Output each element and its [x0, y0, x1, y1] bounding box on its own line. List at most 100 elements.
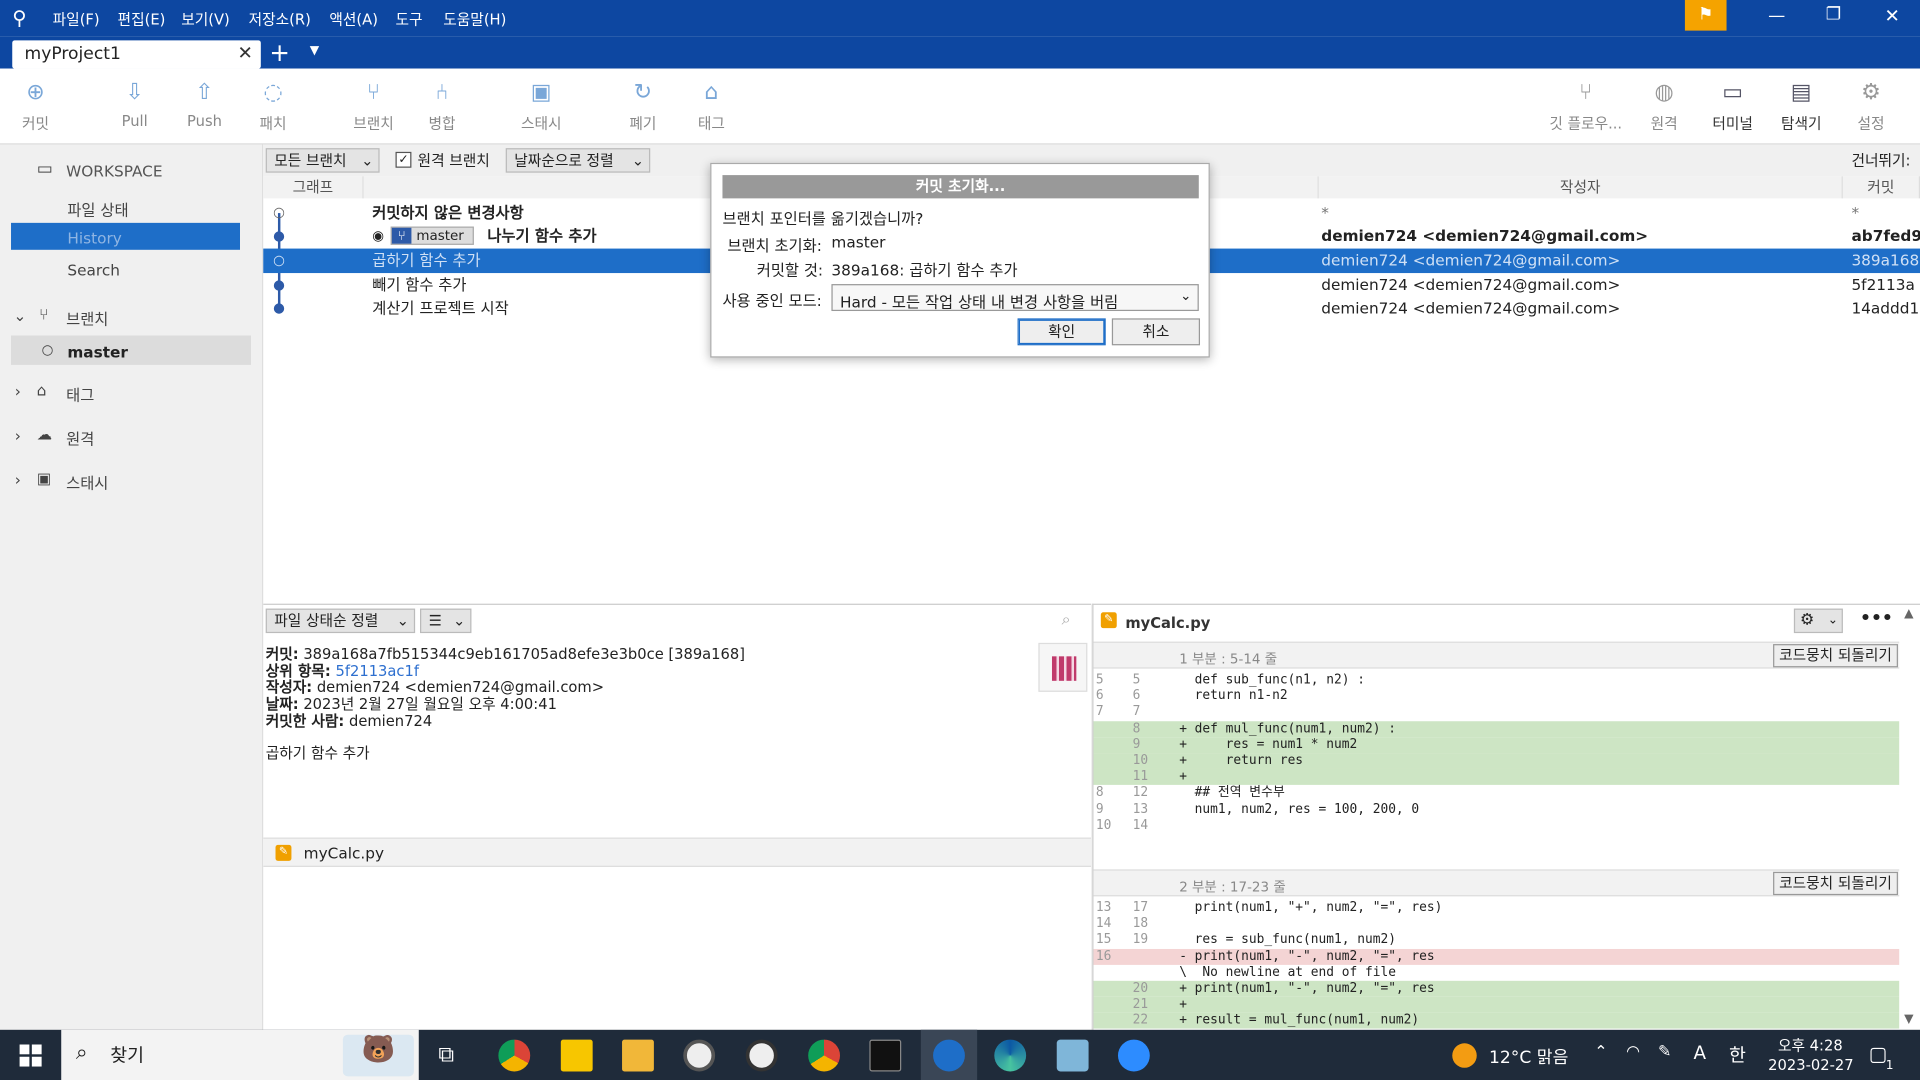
column-graph[interactable]: 그래프 — [263, 176, 364, 199]
sidebar-item-history-highlight[interactable] — [11, 222, 241, 250]
reset-mode-select[interactable]: Hard - 모든 작업 상태 내 변경 사항을 버림 ⌄ — [831, 284, 1199, 312]
sticky-notes-icon[interactable] — [560, 1039, 593, 1072]
settings-button[interactable]: ⚙ 설정 — [1840, 78, 1901, 133]
branch-button[interactable]: ⑂ 브랜치 — [343, 78, 404, 133]
menu-edit[interactable]: 편집(E) — [118, 9, 166, 30]
ime-hangul-indicator[interactable]: 한 — [1729, 1042, 1746, 1068]
menu-tools[interactable]: 도구 — [396, 9, 423, 30]
restore-icon[interactable]: ❐ — [1826, 5, 1841, 25]
terminal-button[interactable]: ▭ 터미널 — [1702, 78, 1763, 133]
sidebar-item-master[interactable]: master — [67, 343, 128, 361]
file-sort-dropdown[interactable]: 파일 상태순 정렬 ⌄ — [265, 608, 416, 634]
minimize-icon[interactable]: — — [1768, 6, 1785, 26]
graph-node-icon: ● — [273, 276, 285, 293]
sidebar-item-branches[interactable]: 브랜치 — [66, 306, 108, 329]
chevron-down-icon[interactable]: ⌄ — [13, 306, 26, 324]
tag-icon: ⌂ — [704, 79, 719, 106]
clock-time[interactable]: 오후 4:28 — [1778, 1035, 1843, 1056]
commit-button[interactable]: ⊕ 커밋 — [5, 78, 66, 133]
scroll-down-icon[interactable]: ▼ — [1904, 1013, 1913, 1026]
chevron-right-icon[interactable]: › — [15, 470, 21, 488]
revert-hunk-button[interactable]: 코드뭉치 되돌리기 — [1773, 871, 1898, 896]
graph-node-icon: ● — [273, 227, 285, 244]
close-icon[interactable]: ✕ — [1885, 5, 1900, 27]
chrome-icon[interactable] — [498, 1039, 531, 1072]
new-line-number: 14 — [1132, 817, 1149, 833]
sidebar-item-tags[interactable]: 태그 — [66, 382, 94, 405]
old-line-number: 7 — [1095, 704, 1104, 720]
sidebar-item-remotes[interactable]: 원격 — [66, 426, 94, 449]
diff-line: 11 + — [1093, 769, 1900, 786]
remote-button[interactable]: ◍ 원격 — [1633, 78, 1694, 133]
commit-description: 빼기 함수 추가 — [372, 275, 467, 294]
explorer-button[interactable]: ▤ 탐색기 — [1771, 78, 1832, 133]
app-icon[interactable] — [1056, 1039, 1089, 1072]
discard-icon: ↻ — [633, 79, 653, 106]
chevron-right-icon[interactable]: › — [15, 382, 21, 400]
gitflow-button[interactable]: ⑂ 깃 플로우... — [1540, 78, 1631, 133]
sidebar-item-file-status[interactable]: 파일 상태 — [67, 197, 128, 220]
terminal-icon[interactable] — [869, 1039, 902, 1072]
weather-text[interactable]: 12°C 맑음 — [1489, 1044, 1568, 1068]
taskbar-search-box[interactable]: ⌕ 찾기 🐻 — [61, 1029, 419, 1080]
menu-repository[interactable]: 저장소(R) — [249, 9, 311, 30]
sidebar-item-history[interactable]: History — [67, 229, 121, 247]
app-icon[interactable] — [683, 1039, 716, 1072]
chrome-icon[interactable] — [808, 1039, 841, 1072]
revert-hunk-button[interactable]: 코드뭉치 되돌리기 — [1773, 644, 1898, 668]
ime-mode-icon[interactable]: A — [1693, 1042, 1706, 1064]
cancel-button[interactable]: 취소 — [1111, 318, 1201, 346]
push-button[interactable]: ⇧ Push — [174, 78, 235, 130]
diff-line: 8 12 ## 전역 변수부 — [1093, 785, 1899, 801]
notification-icon[interactable]: ▢ — [1869, 1042, 1888, 1065]
search-icon[interactable]: ⌕ — [1062, 611, 1071, 629]
menu-view[interactable]: 보기(V) — [181, 9, 230, 30]
windows-start-icon[interactable] — [19, 1044, 42, 1067]
chevron-right-icon[interactable]: › — [15, 426, 21, 444]
sort-dropdown[interactable]: 날짜순으로 정렬 ⌄ — [505, 148, 651, 173]
commit-hash: 14addd1 — [1851, 298, 1920, 318]
diff-code: + — [1179, 769, 1187, 784]
tab-dropdown-icon[interactable]: ▼ — [310, 44, 319, 57]
tab-myproject1[interactable]: myProject1 ✕ — [12, 40, 261, 69]
add-tab-icon[interactable]: + — [269, 38, 290, 67]
sourcetree-icon[interactable] — [933, 1039, 965, 1072]
sidebar-item-stashes[interactable]: 스태시 — [66, 470, 108, 493]
pull-button[interactable]: ⇩ Pull — [104, 78, 165, 130]
new-line-number: 12 — [1132, 785, 1149, 801]
scroll-up-icon[interactable]: ▲ — [1904, 607, 1913, 620]
app-icon[interactable] — [745, 1039, 778, 1072]
sidebar-item-search[interactable]: Search — [67, 261, 120, 279]
patch-icon: ◌ — [263, 79, 283, 106]
flag-icon[interactable]: ⚑ — [1684, 0, 1727, 31]
menu-help[interactable]: 도움말(H) — [443, 9, 506, 30]
zoom-icon[interactable] — [1117, 1039, 1150, 1072]
menu-actions[interactable]: 액션(A) — [329, 9, 378, 30]
pen-icon[interactable]: ✎ — [1658, 1043, 1671, 1061]
reset-commit-dialog: 커밋 초기화... 브랜치 포인터를 옮기겠습니까? 브랜치 초기화: mast… — [710, 162, 1210, 358]
tag-icon: ⌂ — [36, 380, 47, 400]
ok-button[interactable]: 확인 — [1017, 318, 1106, 346]
file-sort-value: 파일 상태순 정렬 — [274, 612, 379, 630]
tag-button[interactable]: ⌂ 태그 — [681, 78, 742, 133]
stash-button[interactable]: ▣ 스태시 — [511, 78, 572, 133]
chevron-up-icon[interactable]: ⌃ — [1594, 1043, 1607, 1061]
edge-icon[interactable] — [994, 1039, 1027, 1072]
close-tab-icon[interactable]: ✕ — [238, 42, 253, 64]
view-mode-dropdown[interactable]: ☰ ⌄ — [420, 608, 472, 634]
column-commit[interactable]: 커밋 — [1842, 176, 1920, 199]
branch-filter-dropdown[interactable]: 모든 브랜치 ⌄ — [265, 148, 380, 173]
diff-options-dropdown[interactable]: ⚙ ⌄ — [1793, 608, 1843, 634]
clock-date[interactable]: 2023-02-27 — [1768, 1057, 1853, 1074]
patch-button[interactable]: ◌ 패치 — [242, 78, 303, 133]
task-view-icon[interactable]: ⧉ — [438, 1042, 454, 1068]
merge-button[interactable]: ⑃ 병합 — [411, 78, 472, 133]
more-options-icon[interactable]: ••• — [1860, 609, 1893, 629]
wifi-icon[interactable]: ◠ — [1626, 1043, 1640, 1061]
remote-branch-checkbox[interactable]: ✓ — [395, 151, 412, 168]
file-explorer-icon[interactable] — [622, 1039, 654, 1072]
discard-button[interactable]: ↻ 폐기 — [612, 78, 673, 133]
changed-file-row[interactable]: ✎ myCalc.py — [263, 837, 1092, 867]
column-author[interactable]: 작성자 — [1318, 176, 1843, 199]
menu-file[interactable]: 파일(F) — [53, 9, 100, 30]
